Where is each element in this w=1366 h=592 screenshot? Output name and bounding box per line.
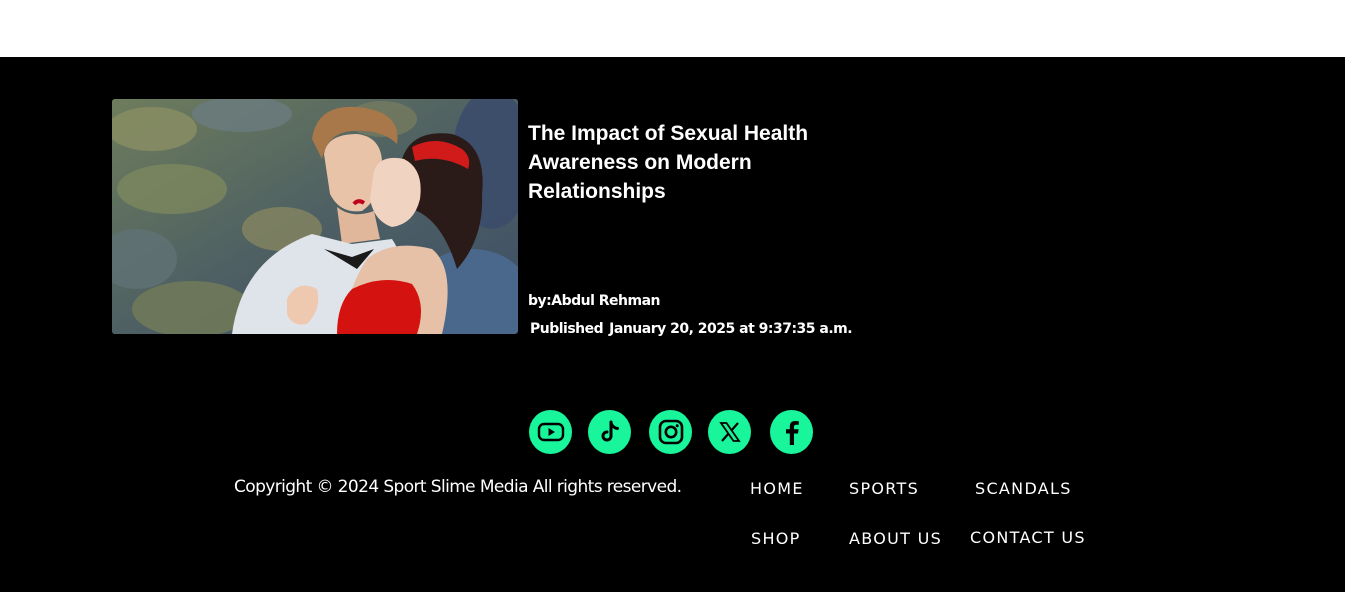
- scrollbar-gutter: [1345, 57, 1366, 592]
- tiktok-icon[interactable]: [588, 410, 631, 454]
- footer-nav-scandals[interactable]: SCANDALS: [975, 479, 1072, 498]
- footer-nav-about-us[interactable]: ABOUT US: [849, 529, 942, 548]
- post-author: by:Abdul Rehman: [528, 293, 661, 309]
- footer-nav-contact-us[interactable]: CONTACT US: [970, 528, 1086, 547]
- published-label: Published: [530, 321, 604, 337]
- couple-photo-illustration: [112, 99, 518, 334]
- footer-nav-home[interactable]: HOME: [750, 479, 804, 498]
- top-bar: [0, 0, 1366, 57]
- site-footer: The Impact of Sexual Health Awareness on…: [0, 57, 1345, 592]
- instagram-icon[interactable]: [649, 410, 692, 454]
- facebook-icon[interactable]: [770, 410, 813, 454]
- published-date: January 20, 2025 at 9:37:35 a.m.: [609, 321, 853, 337]
- footer-nav-sports[interactable]: SPORTS: [849, 479, 919, 498]
- footer-nav-shop[interactable]: SHOP: [751, 529, 801, 548]
- copyright-text: Copyright © 2024 Sport Slime Media All r…: [234, 477, 682, 497]
- youtube-icon[interactable]: [529, 410, 572, 454]
- post-published: Published January 20, 2025 at 9:37:35 a.m…: [530, 321, 853, 337]
- featured-post-card[interactable]: The Impact of Sexual Health Awareness on…: [112, 99, 853, 349]
- post-thumbnail[interactable]: [112, 99, 518, 334]
- post-title[interactable]: The Impact of Sexual Health Awareness on…: [528, 119, 848, 206]
- x-icon[interactable]: [708, 410, 751, 454]
